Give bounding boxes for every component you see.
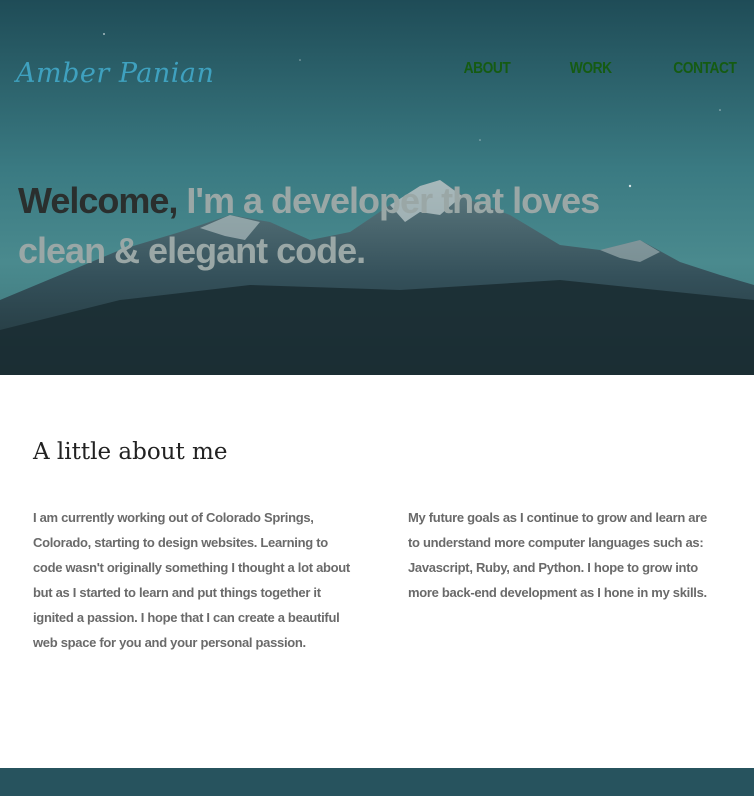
main-nav: ABOUT WORK CONTACT bbox=[456, 60, 737, 78]
about-heading: A little about me bbox=[33, 439, 228, 465]
about-left-paragraph: I am currently working out of Colorado S… bbox=[33, 510, 350, 650]
hero-section: Amber Panian ABOUT WORK CONTACT Welcome,… bbox=[0, 0, 754, 375]
about-right-paragraph: My future goals as I continue to grow an… bbox=[408, 510, 707, 600]
footer-bar bbox=[0, 768, 754, 796]
nav-contact-link[interactable]: CONTACT bbox=[674, 60, 738, 78]
about-section: A little about me I am currently working… bbox=[0, 375, 754, 768]
hero-headline: Welcome, I'm a developer that loves clea… bbox=[18, 176, 658, 276]
nav-work-link[interactable]: WORK bbox=[570, 60, 612, 78]
site-logo[interactable]: Amber Panian bbox=[16, 58, 214, 89]
nav-about-link[interactable]: ABOUT bbox=[464, 60, 511, 78]
hero-welcome-text: Welcome, bbox=[18, 180, 187, 221]
